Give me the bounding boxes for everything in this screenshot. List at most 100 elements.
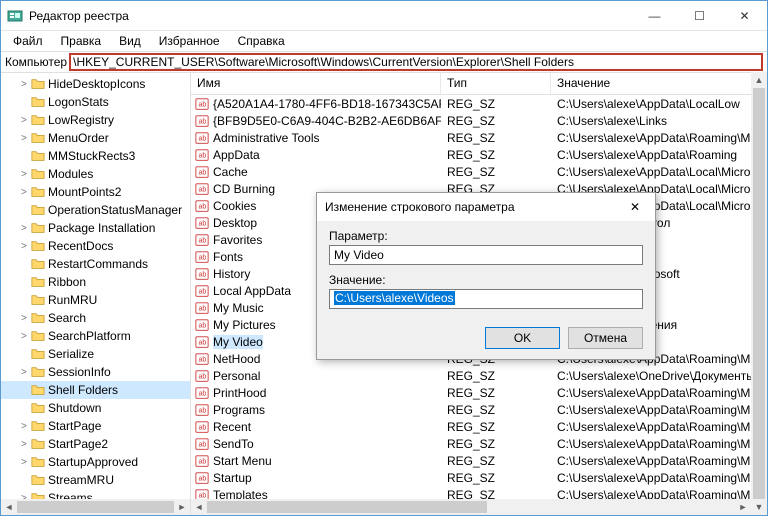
expand-icon[interactable]: >: [21, 457, 31, 468]
tree-item-label: LogonStats: [48, 95, 109, 109]
value-data: C:\Users\alexe\AppData\Roaming\Micro: [551, 386, 767, 400]
scroll-down-button[interactable]: ▼: [751, 499, 767, 515]
column-value[interactable]: Значение: [551, 73, 767, 94]
list-row[interactable]: abCacheREG_SZC:\Users\alexe\AppData\Loca…: [191, 163, 767, 180]
list-row[interactable]: ab{A520A1A4-1780-4FF6-BD18-167343C5AF16}…: [191, 95, 767, 112]
expand-icon[interactable]: >: [21, 187, 31, 198]
tree-item[interactable]: Shutdown: [1, 399, 190, 417]
tree-item[interactable]: OperationStatusManager: [1, 201, 190, 219]
tree-item[interactable]: >StartPage2: [1, 435, 190, 453]
value-name: Programs: [213, 403, 265, 417]
tree-item[interactable]: >StartPage: [1, 417, 190, 435]
dialog-titlebar[interactable]: Изменение строкового параметра ✕: [317, 193, 655, 221]
tree-item-label: MMStuckRects3: [48, 149, 135, 163]
value-type: REG_SZ: [441, 471, 551, 485]
scroll-up-button[interactable]: ▲: [751, 72, 767, 88]
value-input[interactable]: C:\Users\alexe\Videos: [329, 289, 643, 309]
ok-button[interactable]: OK: [485, 327, 560, 349]
scroll-right-button[interactable]: ►: [174, 499, 190, 515]
expand-icon[interactable]: >: [21, 223, 31, 234]
scrollbar-tree-h[interactable]: ◄ ►: [1, 499, 190, 515]
tree-item[interactable]: LogonStats: [1, 93, 190, 111]
scroll-thumb-h[interactable]: [207, 501, 487, 513]
tree-item-label: RunMRU: [48, 293, 97, 307]
expand-icon[interactable]: >: [21, 439, 31, 450]
menu-help[interactable]: Справка: [230, 32, 293, 50]
minimize-button[interactable]: —: [632, 1, 677, 31]
svg-text:ab: ab: [199, 101, 207, 108]
expand-icon[interactable]: >: [21, 313, 31, 324]
expand-icon[interactable]: >: [21, 241, 31, 252]
tree-item[interactable]: >MenuOrder: [1, 129, 190, 147]
scroll-left-button[interactable]: ◄: [191, 499, 207, 515]
tree-item[interactable]: Shell Folders: [1, 381, 190, 399]
list-row[interactable]: ab{BFB9D5E0-C6A9-404C-B2B2-AE6DB6AF4968}…: [191, 112, 767, 129]
tree-item[interactable]: >MountPoints2: [1, 183, 190, 201]
expand-icon[interactable]: >: [21, 115, 31, 126]
tree-item[interactable]: MMStuckRects3: [1, 147, 190, 165]
column-type[interactable]: Тип: [441, 73, 551, 94]
dialog-close-button[interactable]: ✕: [615, 193, 655, 221]
scroll-left-button[interactable]: ◄: [1, 499, 17, 515]
tree-item[interactable]: RestartCommands: [1, 255, 190, 273]
tree-item[interactable]: >Search: [1, 309, 190, 327]
tree-item[interactable]: RunMRU: [1, 291, 190, 309]
tree-item[interactable]: >HideDesktopIcons: [1, 75, 190, 93]
list-row[interactable]: abProgramsREG_SZC:\Users\alexe\AppData\R…: [191, 401, 767, 418]
scroll-thumb[interactable]: [753, 88, 765, 499]
close-button[interactable]: ✕: [722, 1, 767, 31]
scrollbar-vertical[interactable]: ▲ ▼: [751, 72, 767, 515]
tree-item[interactable]: > RecentDocs: [1, 237, 190, 255]
tree-item[interactable]: >LowRegistry: [1, 111, 190, 129]
cancel-button[interactable]: Отмена: [568, 327, 643, 349]
expand-icon[interactable]: >: [21, 331, 31, 342]
value-name: Recent: [213, 420, 251, 434]
tree-item-label: RecentDocs: [48, 239, 113, 253]
tree-item[interactable]: > Modules: [1, 165, 190, 183]
tree-item-label: Modules: [48, 167, 93, 181]
value-data: C:\Users\alexe\AppData\Roaming\Micro: [551, 403, 767, 417]
maximize-button[interactable]: ☐: [677, 1, 722, 31]
menu-favorites[interactable]: Избранное: [151, 32, 228, 50]
value-type: REG_SZ: [441, 165, 551, 179]
list-row[interactable]: abPersonalREG_SZC:\Users\alexe\OneDrive\…: [191, 367, 767, 384]
scrollbar-list-h[interactable]: ◄ ►: [191, 499, 751, 515]
list-row[interactable]: abStart MenuREG_SZC:\Users\alexe\AppData…: [191, 452, 767, 469]
list-row[interactable]: abAdministrative ToolsREG_SZC:\Users\ale…: [191, 129, 767, 146]
svg-text:ab: ab: [199, 458, 207, 465]
tree-item[interactable]: Serialize: [1, 345, 190, 363]
svg-text:ab: ab: [199, 475, 207, 482]
column-name[interactable]: Имя: [191, 73, 441, 94]
svg-text:ab: ab: [199, 169, 207, 176]
svg-text:ab: ab: [199, 118, 207, 125]
list-row[interactable]: abRecentREG_SZC:\Users\alexe\AppData\Roa…: [191, 418, 767, 435]
tree-item[interactable]: >Package Installation: [1, 219, 190, 237]
scroll-right-button[interactable]: ►: [735, 499, 751, 515]
list-row[interactable]: abSendToREG_SZC:\Users\alexe\AppData\Roa…: [191, 435, 767, 452]
tree-panel[interactable]: >HideDesktopIconsLogonStats>LowRegistry>…: [1, 73, 191, 515]
address-path[interactable]: \HKEY_CURRENT_USER\Software\Microsoft\Wi…: [69, 53, 763, 71]
value-name: My Video: [213, 335, 263, 349]
menu-view[interactable]: Вид: [111, 32, 149, 50]
expand-icon[interactable]: >: [21, 169, 31, 180]
expand-icon[interactable]: >: [21, 421, 31, 432]
tree-item[interactable]: Ribbon: [1, 273, 190, 291]
list-row[interactable]: abPrintHoodREG_SZC:\Users\alexe\AppData\…: [191, 384, 767, 401]
svg-text:ab: ab: [199, 186, 207, 193]
tree-item[interactable]: >SessionInfo: [1, 363, 190, 381]
list-row[interactable]: abStartupREG_SZC:\Users\alexe\AppData\Ro…: [191, 469, 767, 486]
value-data: C:\Users\alexe\AppData\Roaming\Micro: [551, 454, 767, 468]
svg-text:ab: ab: [199, 220, 207, 227]
tree-item[interactable]: >StartupApproved: [1, 453, 190, 471]
menu-edit[interactable]: Правка: [53, 32, 110, 50]
tree-item[interactable]: >SearchPlatform: [1, 327, 190, 345]
menu-file[interactable]: Файл: [5, 32, 51, 50]
scroll-thumb-h[interactable]: [17, 501, 174, 513]
expand-icon[interactable]: >: [21, 367, 31, 378]
expand-icon[interactable]: >: [21, 133, 31, 144]
titlebar[interactable]: Редактор реестра — ☐ ✕: [1, 1, 767, 31]
tree-item-label: Shutdown: [48, 401, 101, 415]
tree-item[interactable]: StreamMRU: [1, 471, 190, 489]
expand-icon[interactable]: >: [21, 79, 31, 90]
list-row[interactable]: abAppDataREG_SZC:\Users\alexe\AppData\Ro…: [191, 146, 767, 163]
